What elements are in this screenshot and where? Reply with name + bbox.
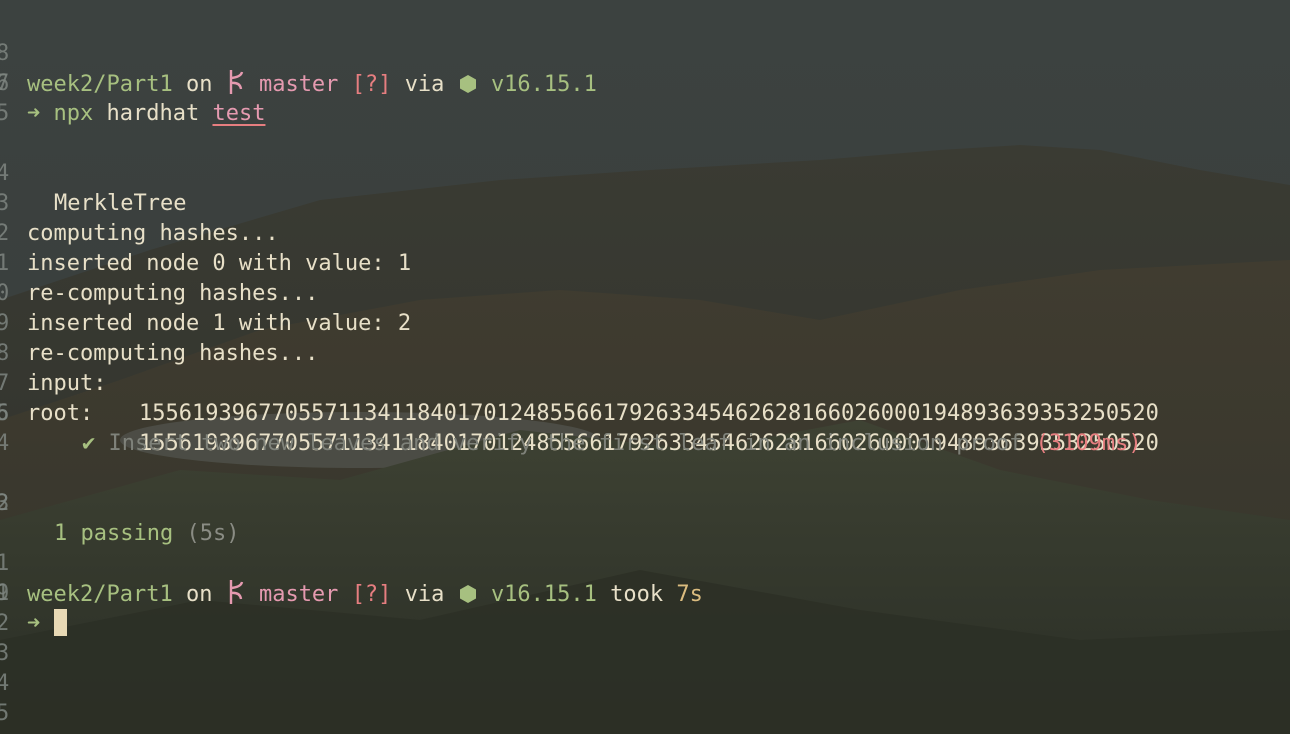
terminal-line: 4 MerkleTree: [0, 129, 186, 216]
log-output: inserted node 1 with value: 2: [27, 311, 412, 336]
line-number: 5: [0, 101, 10, 126]
line-number: 6: [0, 71, 10, 96]
terminal-line: 2 inserted node 0 with value: 1: [0, 189, 411, 276]
command-hardhat: hardhat: [106, 101, 200, 126]
command-arg: test: [212, 101, 266, 126]
log-output: re-computing hashes...: [27, 341, 319, 366]
test-name: Insert two new leaves and verify the fir…: [108, 431, 1023, 456]
terminal-line: 7 ➜ npx hardhat test: [0, 39, 265, 126]
prompt-git-status: [?]: [351, 582, 392, 607]
test-duration: (3109ms): [1035, 431, 1142, 456]
prompt-elapsed: 7s: [676, 582, 703, 607]
prompt-branch: master: [258, 582, 339, 607]
terminal-line: 1 re-computing hashes...: [0, 219, 318, 306]
checkmark-icon: ✔: [82, 431, 96, 456]
line-number: 4: [0, 671, 10, 696]
input-value: 1556193967705571134118401701248556617926…: [139, 401, 1159, 426]
terminal-line: 8 input: 1556193967705571134118401701248…: [0, 309, 1159, 426]
prompt-took: took: [610, 582, 664, 607]
prompt-branch: master: [258, 72, 339, 97]
prompt-node-version: v16.15.1: [490, 72, 597, 97]
line-number: 1: [0, 581, 10, 606]
prompt-line: week2/Part1 on master [?] via v16.15.1: [27, 69, 597, 100]
test-result: ✔ Insert two new leaves and verify the f…: [82, 429, 1142, 459]
command-line: ➜ npx hardhat test: [27, 99, 265, 129]
terminal-line: 9 re-computing hashes...: [0, 279, 318, 366]
terminal-line: 8 week2/Part1 on master [?] via v16.15.1: [0, 9, 597, 97]
test-suite-title: MerkleTree: [54, 191, 187, 216]
terminal-line: 0 inserted node 1 with value: 2: [0, 249, 411, 336]
line-number: 4: [0, 431, 10, 456]
prompt-on: on: [185, 582, 213, 607]
passing-count: 1 passing: [54, 521, 174, 546]
git-branch-icon: [229, 580, 243, 604]
line-number: 5: [0, 401, 10, 426]
terminal-line: 7 root: 15561939677055711341184017012485…: [0, 339, 1159, 456]
prompt-arrow-icon: ➜: [27, 611, 41, 636]
line-number: 2: [0, 491, 10, 516]
git-branch-icon: [229, 70, 243, 94]
log-output: inserted node 0 with value: 1: [27, 251, 412, 276]
prompt-git-status: [?]: [351, 72, 392, 97]
terminal-line: 9 ➜: [0, 549, 67, 636]
nodejs-hexagon-icon: [459, 75, 476, 93]
line-number: 5: [0, 701, 10, 726]
prompt-node-version: v16.15.1: [490, 582, 597, 607]
nodejs-hexagon-icon: [459, 585, 476, 603]
test-summary: 1 passing (5s): [54, 519, 239, 549]
line-number: 3: [0, 641, 10, 666]
log-output: re-computing hashes...: [27, 281, 319, 306]
terminal-window[interactable]: 8 week2/Part1 on master [?] via v16.15.1…: [0, 0, 1290, 734]
command-npx: npx: [53, 101, 94, 126]
prompt-line: week2/Part1 on master [?] via v16.15.1 t…: [27, 579, 703, 610]
total-duration: (5s): [186, 521, 240, 546]
prompt-via: via: [404, 72, 445, 97]
prompt-on: on: [185, 72, 213, 97]
terminal-line: 3 computing hashes...: [0, 159, 279, 246]
line-number: 2: [0, 611, 10, 636]
input-line[interactable]: ➜: [27, 609, 67, 639]
terminal-line: 6 ✔ Insert two new leaves and verify the…: [0, 369, 1142, 456]
log-output: computing hashes...: [27, 221, 279, 246]
block-cursor[interactable]: [53, 609, 67, 636]
terminal-line: 3 1 passing (5s): [0, 459, 239, 546]
prompt-arrow-icon: ➜: [27, 101, 41, 126]
terminal-line: 1 week2/Part1 on master [?] via v16.15.1…: [0, 519, 703, 607]
prompt-via: via: [404, 582, 445, 607]
